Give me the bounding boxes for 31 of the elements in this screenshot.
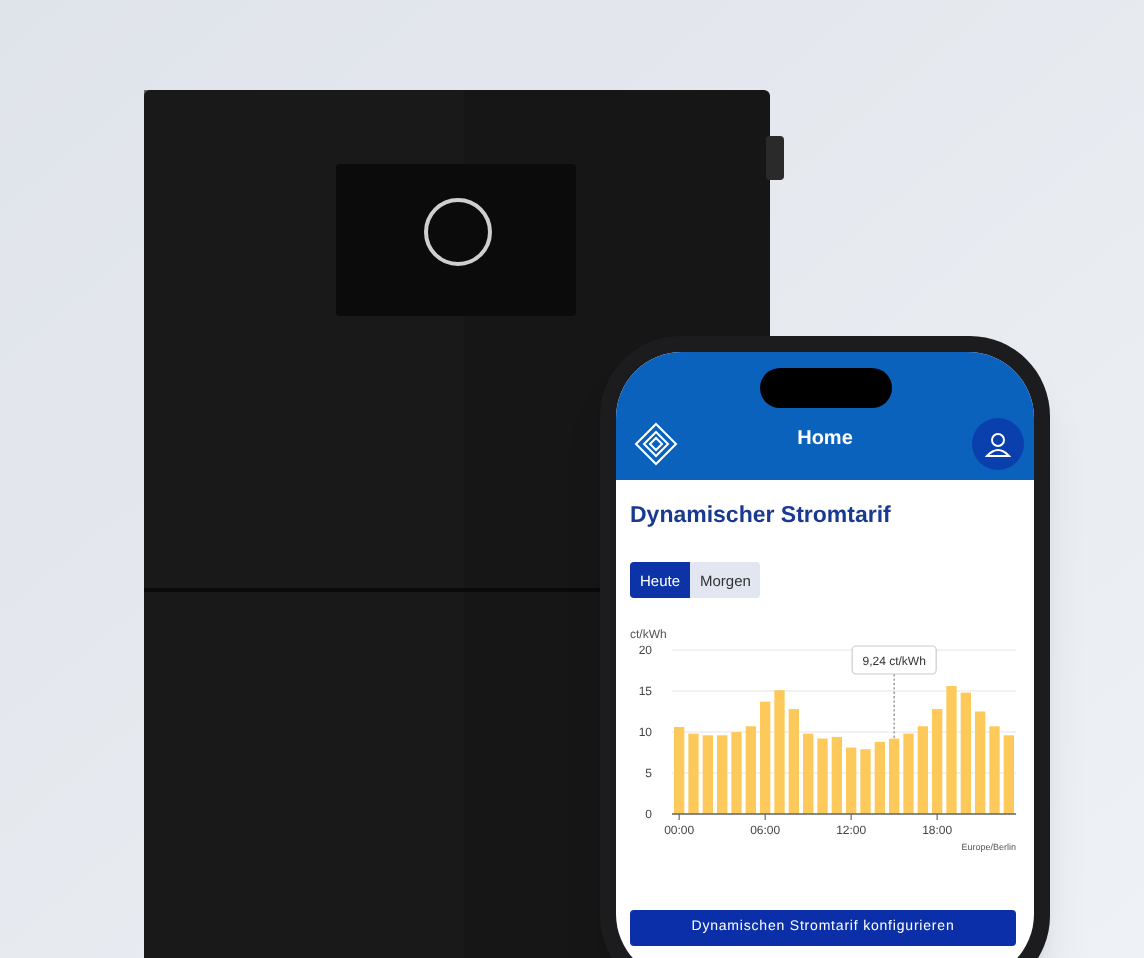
bar <box>874 742 885 815</box>
profile-button[interactable] <box>971 418 1024 470</box>
bar <box>889 739 900 815</box>
bar <box>674 727 685 815</box>
leader-line <box>893 673 895 740</box>
bar <box>760 702 771 815</box>
bar <box>846 748 857 815</box>
bar <box>932 709 943 815</box>
bar <box>860 749 871 815</box>
bar <box>831 737 842 815</box>
bar <box>1003 735 1014 815</box>
bar <box>803 734 814 815</box>
bar <box>917 726 928 815</box>
screen-title: Home <box>797 426 853 454</box>
bar <box>975 712 986 815</box>
bar <box>774 690 785 815</box>
bar <box>688 734 699 815</box>
bar <box>946 686 957 815</box>
bar <box>731 732 742 815</box>
bar <box>745 726 756 815</box>
camera-notch <box>760 368 892 408</box>
logo-icon <box>634 422 678 466</box>
bar <box>702 735 713 815</box>
bar <box>960 693 971 815</box>
bar <box>788 709 799 815</box>
bar <box>989 726 1000 815</box>
bar <box>817 739 828 815</box>
card-title: Dynamischer Stromtarif <box>630 502 893 532</box>
bar <box>903 734 914 815</box>
user-icon <box>983 430 1012 458</box>
bar <box>717 735 728 815</box>
